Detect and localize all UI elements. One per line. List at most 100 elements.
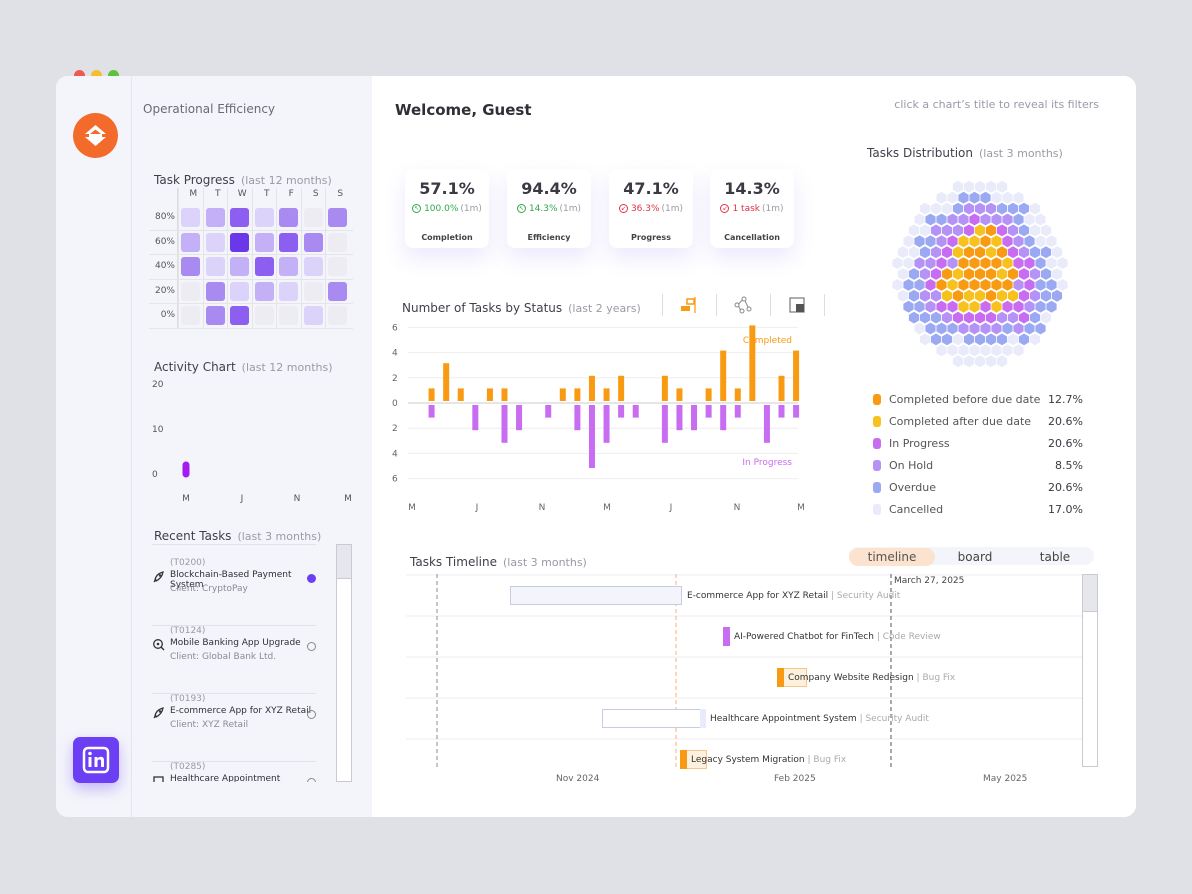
- heatmap-cell[interactable]: [181, 232, 200, 252]
- timeline-bar[interactable]: [602, 709, 706, 728]
- hex-cell[interactable]: [936, 235, 947, 248]
- legend-item[interactable]: Cancelled 17.0%: [873, 503, 1083, 517]
- hex-cell[interactable]: [1029, 333, 1041, 346]
- hex-cell[interactable]: [991, 300, 1002, 313]
- hex-cell[interactable]: [1057, 279, 1068, 291]
- legend-item[interactable]: Overdue 20.6%: [873, 481, 1083, 495]
- hex-cell[interactable]: [1002, 191, 1013, 204]
- hex-cell[interactable]: [1018, 224, 1030, 237]
- recent-tasks-scrollbar[interactable]: [336, 544, 352, 782]
- hex-cell[interactable]: [1013, 213, 1024, 226]
- hex-cell[interactable]: [952, 289, 964, 302]
- hex-cell[interactable]: [991, 279, 1002, 291]
- task-progress-title[interactable]: Task Progress (last 12 months): [154, 169, 332, 188]
- hex-cell[interactable]: [958, 191, 969, 204]
- hex-cell[interactable]: [985, 202, 997, 215]
- hex-cell[interactable]: [996, 333, 1008, 346]
- heatmap-cell[interactable]: [230, 281, 249, 301]
- hex-cell[interactable]: [936, 322, 947, 335]
- hex-cell[interactable]: [908, 289, 920, 302]
- hex-cell[interactable]: [952, 180, 964, 193]
- hex-cell[interactable]: [974, 311, 986, 324]
- hex-cell[interactable]: [980, 300, 991, 313]
- heatmap-cell[interactable]: [230, 232, 249, 252]
- hex-cell[interactable]: [925, 300, 936, 313]
- task-select-radio[interactable]: [307, 642, 316, 651]
- hex-cell[interactable]: [1018, 333, 1030, 346]
- hex-cell[interactable]: [914, 279, 925, 291]
- hex-cell[interactable]: [930, 289, 942, 302]
- hex-cell[interactable]: [958, 213, 969, 226]
- heatmap-cell[interactable]: [254, 208, 274, 227]
- tab-board[interactable]: board: [935, 548, 1015, 566]
- in-progress-bar[interactable]: [705, 405, 712, 418]
- hex-cell[interactable]: [925, 279, 936, 291]
- hex-cell[interactable]: [985, 289, 997, 302]
- completed-bar[interactable]: [734, 388, 741, 401]
- legend-item[interactable]: In Progress 20.6%: [873, 437, 1083, 451]
- task-item[interactable]: (T0200) Blockchain-Based Payment System Cl…: [152, 558, 316, 626]
- task-select-radio[interactable]: [307, 710, 316, 719]
- hex-cell[interactable]: [985, 246, 997, 259]
- hex-cell[interactable]: [958, 257, 969, 269]
- heatmap-cell[interactable]: [279, 281, 298, 301]
- hex-cell[interactable]: [925, 235, 936, 248]
- hex-cell[interactable]: [1024, 213, 1035, 226]
- hex-cell[interactable]: [1035, 300, 1046, 313]
- hex-cell[interactable]: [919, 333, 931, 346]
- hex-cell[interactable]: [914, 213, 925, 226]
- heatmap-cell[interactable]: [303, 306, 323, 325]
- task-select-radio[interactable]: [307, 778, 316, 782]
- hex-cell[interactable]: [925, 257, 936, 269]
- heatmap-cell[interactable]: [279, 306, 298, 325]
- in-progress-bar[interactable]: [632, 405, 639, 418]
- hex-cell[interactable]: [952, 311, 964, 324]
- heatmap-cell[interactable]: [303, 281, 323, 301]
- hex-cell[interactable]: [919, 246, 931, 259]
- task-item[interactable]: (T0285) Healthcare Appointment System: [152, 762, 316, 782]
- hex-cell[interactable]: [1018, 311, 1030, 324]
- hex-cell[interactable]: [930, 268, 942, 280]
- heatmap-cell[interactable]: [181, 208, 200, 227]
- heatmap-cell[interactable]: [181, 257, 200, 276]
- hex-cell[interactable]: [1013, 191, 1024, 204]
- hex-cell[interactable]: [903, 235, 914, 248]
- legend-item[interactable]: On Hold 8.5%: [873, 459, 1083, 473]
- in-progress-bar[interactable]: [763, 405, 770, 443]
- hex-cell[interactable]: [941, 224, 953, 237]
- hex-cell[interactable]: [936, 257, 947, 269]
- hex-cell[interactable]: [974, 180, 986, 193]
- hex-cell[interactable]: [892, 257, 903, 269]
- completed-bar[interactable]: [661, 375, 668, 401]
- gantt-icon[interactable]: [680, 296, 698, 314]
- hex-cell[interactable]: [903, 257, 914, 269]
- completed-bar[interactable]: [778, 375, 785, 401]
- timeline-row-label[interactable]: E-commerce App for XYZ Retail | Security…: [687, 591, 900, 601]
- hex-cell[interactable]: [897, 268, 909, 280]
- hex-cell[interactable]: [996, 224, 1008, 237]
- completed-bar[interactable]: [618, 375, 625, 401]
- heatmap-cell[interactable]: [279, 208, 298, 227]
- heatmap-cell[interactable]: [254, 281, 274, 301]
- heatmap-cell[interactable]: [254, 257, 274, 276]
- hex-cell[interactable]: [936, 300, 947, 313]
- hex-cell[interactable]: [963, 224, 975, 237]
- heatmap-cell[interactable]: [328, 232, 347, 252]
- hex-cell[interactable]: [1002, 235, 1013, 248]
- completed-bar[interactable]: [720, 350, 727, 401]
- heatmap-cell[interactable]: [328, 257, 347, 276]
- hex-cell[interactable]: [991, 257, 1002, 269]
- hex-cell[interactable]: [925, 322, 936, 335]
- hex-cell[interactable]: [980, 235, 991, 248]
- heatmap-cell[interactable]: [205, 306, 225, 325]
- heatmap-cell[interactable]: [254, 232, 274, 252]
- kpi-card[interactable]: 57.1% ↖ 100.0% (1m) Completion: [405, 169, 489, 248]
- hex-cell[interactable]: [1029, 224, 1041, 237]
- heatmap-cell[interactable]: [205, 257, 225, 276]
- hex-cell[interactable]: [1057, 257, 1068, 269]
- timeline-scrollbar[interactable]: [1082, 574, 1098, 767]
- hex-cell[interactable]: [892, 279, 903, 291]
- hex-cell[interactable]: [1002, 300, 1013, 313]
- in-progress-bar[interactable]: [618, 405, 625, 418]
- hex-cell[interactable]: [980, 344, 991, 357]
